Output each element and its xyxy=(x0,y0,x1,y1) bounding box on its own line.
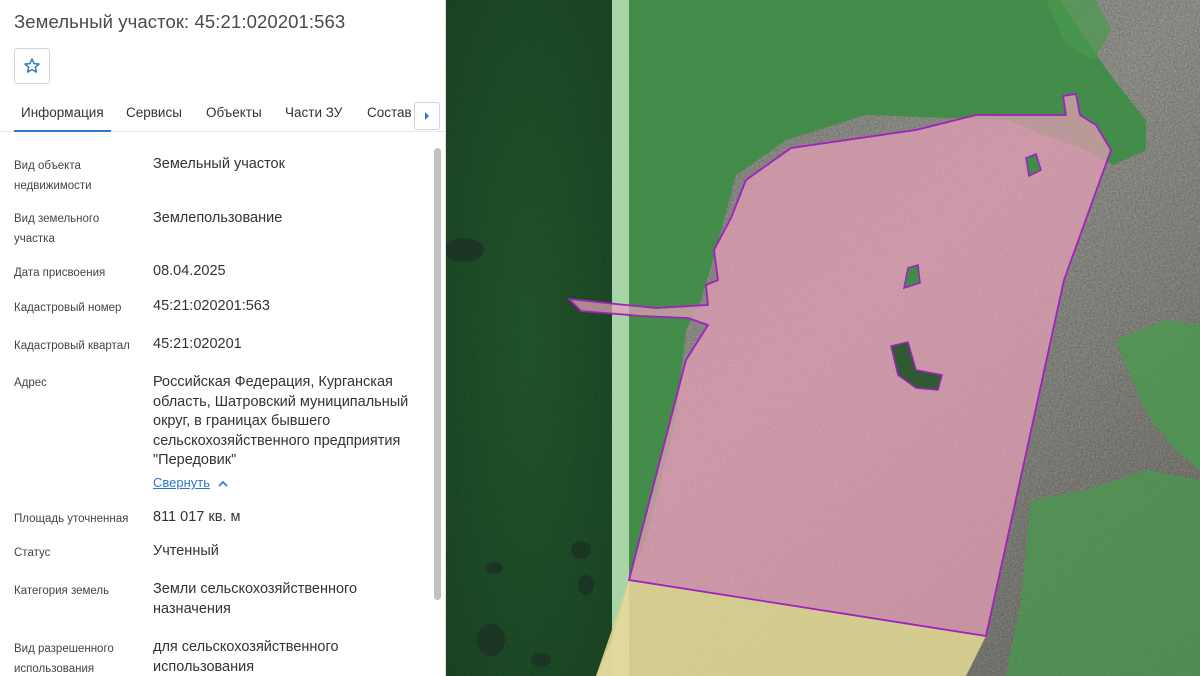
field-label: Вид объекта недвижимости xyxy=(14,160,92,192)
panel-scrollbar[interactable] xyxy=(434,148,441,600)
tabs-next-button[interactable] xyxy=(414,102,440,130)
field-value: Учтенный xyxy=(153,543,219,559)
chevron-up-icon[interactable] xyxy=(216,477,230,491)
page-title: Земельный участок: 45:21:020201:563 xyxy=(14,11,346,32)
road-strip xyxy=(612,0,629,676)
tab-bar: Информация Сервисы Объекты Части ЗУ Сост… xyxy=(0,96,445,132)
tab-services[interactable]: Сервисы xyxy=(126,105,182,120)
field-label: Кадастровый квартал xyxy=(14,340,130,352)
tab-information[interactable]: Информация xyxy=(14,105,111,132)
star-outline-icon xyxy=(24,58,40,73)
field-value: Земли сельскохозяйственного назначения xyxy=(153,581,358,617)
field-label: Дата присвоения xyxy=(14,267,106,279)
field-label: Статус xyxy=(14,547,51,559)
field-value: Земельный участок xyxy=(153,156,285,172)
map-canvas[interactable] xyxy=(446,0,1200,676)
field-label: Категория земель xyxy=(14,585,110,597)
tab-composition[interactable]: Состав xyxy=(367,105,412,120)
field-label: Адрес xyxy=(14,377,47,389)
forest-patch xyxy=(1006,470,1200,676)
field-label: Вид разрешенного использования xyxy=(14,643,114,675)
collapse-link[interactable]: Свернуть xyxy=(153,475,210,490)
field-value: 811 017 кв. м xyxy=(153,509,241,525)
forest-texture xyxy=(446,0,612,676)
map-view[interactable] xyxy=(446,0,1200,676)
info-panel: Земельный участок: 45:21:020201:563 Инфо… xyxy=(0,0,446,676)
caret-right-icon xyxy=(425,112,429,120)
field-value: 08.04.2025 xyxy=(153,263,226,279)
favorite-button[interactable] xyxy=(14,48,50,84)
field-value: Землепользование xyxy=(153,210,283,226)
address-value: Российская Федерация, Курганская область… xyxy=(153,374,409,468)
field-value: для сельскохозяйственного использования xyxy=(153,639,339,675)
field-label: Вид земельного участка xyxy=(14,213,100,245)
field-value: 45:21:020201 xyxy=(153,336,242,352)
field-value: 45:21:020201:563 xyxy=(153,298,270,314)
tab-objects[interactable]: Объекты xyxy=(206,105,262,120)
field-label: Кадастровый номер xyxy=(14,302,122,314)
field-label: Площадь уточненная xyxy=(14,513,129,525)
tab-parts[interactable]: Части ЗУ xyxy=(285,105,342,120)
